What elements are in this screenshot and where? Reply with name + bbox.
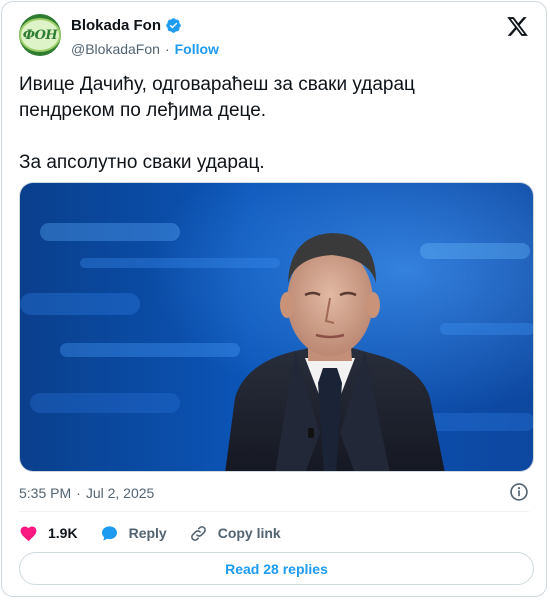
separator-dot: · bbox=[164, 41, 170, 57]
tweet-media-image[interactable] bbox=[19, 182, 534, 472]
author-name[interactable]: Blokada Fon bbox=[71, 17, 161, 34]
link-icon bbox=[190, 525, 206, 541]
read-replies-button[interactable]: Read 28 replies bbox=[19, 552, 534, 585]
like-count: 1.9K bbox=[48, 525, 78, 541]
action-bar: 1.9K Reply Copy link bbox=[19, 521, 303, 545]
tweet-time: 5:35 PM bbox=[19, 485, 72, 501]
divider bbox=[19, 511, 529, 512]
avatar-logo-text: ФОН bbox=[19, 18, 61, 52]
avatar[interactable]: ФОН bbox=[19, 14, 61, 56]
tweet-card: ФОН Blokada Fon @BlokadaFon · Follow Иви… bbox=[1, 1, 547, 597]
separator-dot: · bbox=[76, 485, 81, 501]
tweet-date: Jul 2, 2025 bbox=[85, 485, 155, 501]
reply-button[interactable]: Reply bbox=[100, 524, 167, 543]
tweet-text: Ивице Дачићу, одговараћеш за сваки удара… bbox=[19, 74, 415, 173]
reply-label: Reply bbox=[128, 525, 167, 541]
follow-button[interactable]: Follow bbox=[175, 41, 219, 57]
info-icon[interactable] bbox=[509, 482, 529, 502]
media-photo bbox=[20, 183, 533, 471]
reply-bubble-icon bbox=[101, 525, 117, 541]
x-logo-icon[interactable] bbox=[506, 15, 529, 38]
copy-link-button[interactable]: Copy link bbox=[189, 524, 281, 543]
like-button[interactable]: 1.9K bbox=[19, 524, 78, 543]
copy-link-label: Copy link bbox=[217, 525, 281, 541]
author-name-row: Blokada Fon bbox=[71, 17, 182, 34]
verified-badge-icon bbox=[166, 18, 181, 33]
tweet-timestamp[interactable]: 5:35 PM · Jul 2, 2025 bbox=[19, 485, 154, 501]
author-handle[interactable]: @BlokadaFon bbox=[71, 41, 160, 57]
handle-row: @BlokadaFon · Follow bbox=[71, 41, 219, 57]
heart-icon bbox=[20, 526, 37, 541]
